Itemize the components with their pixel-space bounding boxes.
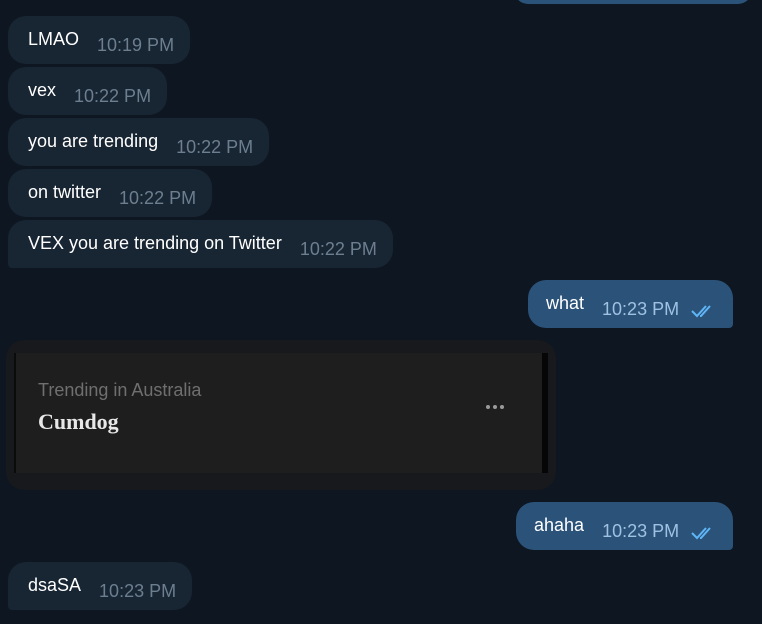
- message-time: 10:19 PM: [97, 35, 175, 55]
- message-bubble-incoming[interactable]: vex 10:22 PM: [8, 67, 168, 115]
- message-bubble-incoming[interactable]: on twitter 10:22 PM: [8, 169, 213, 217]
- message-time: 10:22 PM: [74, 86, 152, 106]
- message-time: 10:22 PM: [119, 188, 197, 208]
- message-time: 10:23 PM: [602, 299, 680, 319]
- message-text: you are trending: [28, 131, 159, 151]
- message-time: 10:23 PM: [99, 581, 177, 601]
- message-bubble-outgoing[interactable]: what 10:23 PM: [528, 280, 734, 328]
- shared-image[interactable]: Trending in Australia Cumdog: [6, 340, 556, 490]
- message-time: 10:22 PM: [176, 137, 254, 157]
- trending-card: Trending in Australia Cumdog: [14, 353, 548, 473]
- trending-title: Cumdog: [38, 409, 119, 434]
- message-text: LMAO: [28, 29, 80, 49]
- message-bubble-outgoing[interactable]: ahaha 10:23 PM: [516, 502, 734, 550]
- message-time: 10:23 PM: [602, 521, 680, 541]
- message-bubble-incoming[interactable]: dsaSA 10:23 PM: [8, 562, 193, 610]
- message-text: VEX you are trending on Twitter: [28, 233, 282, 253]
- double-check-icon: [691, 524, 719, 542]
- previous-outgoing-bubble-edge: [514, 0, 752, 4]
- message-bubble-incoming[interactable]: LMAO 10:19 PM: [8, 16, 191, 64]
- message-text: what: [546, 293, 585, 313]
- message-text: on twitter: [28, 182, 102, 202]
- message-time: 10:22 PM: [299, 239, 377, 259]
- message-bubble-incoming[interactable]: VEX you are trending on Twitter 10:22 PM: [8, 220, 393, 268]
- message-text: dsaSA: [28, 575, 82, 595]
- message-bubble-incoming[interactable]: you are trending 10:22 PM: [8, 118, 270, 166]
- more-dots-icon: [486, 396, 512, 409]
- message-text: vex: [28, 80, 57, 100]
- message-text: ahaha: [534, 515, 585, 535]
- trending-subtitle: Trending in Australia: [38, 380, 202, 400]
- card-edge: [542, 353, 548, 473]
- double-check-icon: [691, 302, 719, 320]
